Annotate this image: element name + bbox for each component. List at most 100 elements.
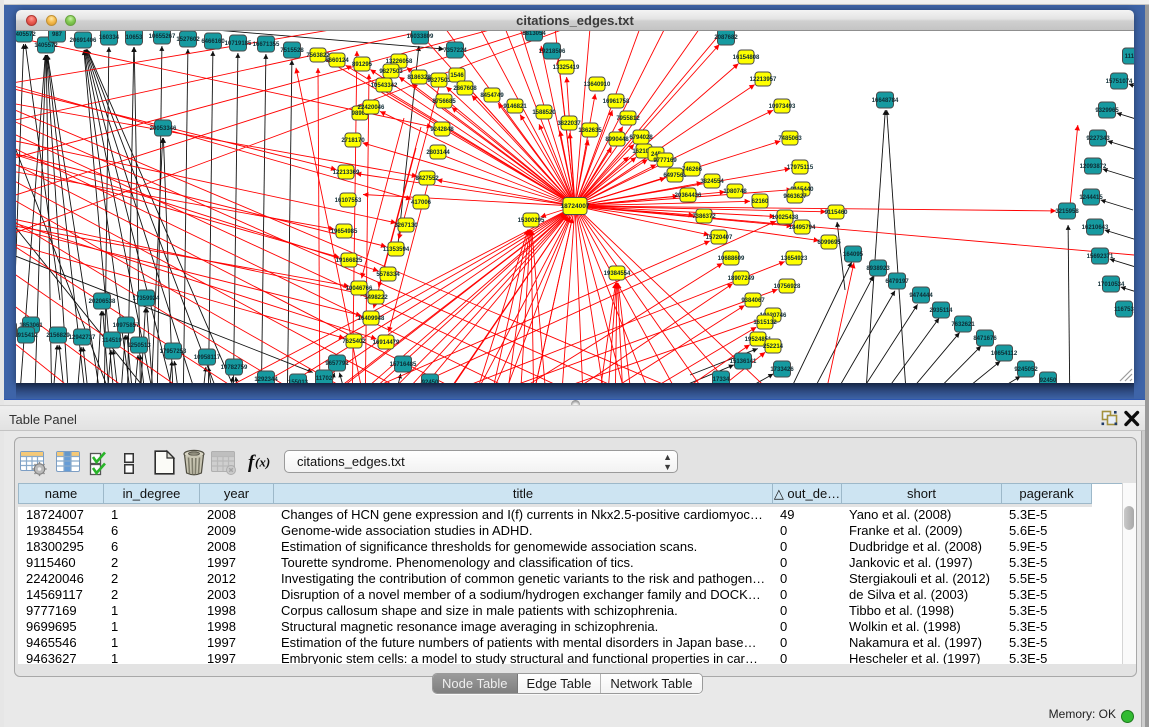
svg-text:2803144: 2803144 — [426, 150, 450, 156]
svg-text:10958117: 10958117 — [194, 355, 221, 361]
svg-text:9474444: 9474444 — [909, 293, 933, 299]
svg-text:20691406: 20691406 — [70, 38, 97, 44]
svg-text:13654923: 13654923 — [781, 256, 808, 262]
svg-text:252214: 252214 — [763, 344, 784, 350]
svg-text:8990448: 8990448 — [605, 137, 629, 143]
svg-text:9827503: 9827503 — [379, 69, 403, 75]
svg-text:7632621: 7632621 — [951, 322, 975, 328]
svg-text:62160: 62160 — [752, 199, 769, 205]
svg-text:15751074: 15751074 — [1106, 79, 1133, 85]
svg-text:116753: 116753 — [1114, 307, 1134, 313]
svg-text:18724007: 18724007 — [561, 203, 590, 210]
svg-text:15300295: 15300295 — [518, 218, 545, 224]
svg-text:16914479: 16914479 — [373, 340, 400, 346]
svg-text:1588520: 1588520 — [532, 110, 556, 116]
svg-text:16033809: 16033809 — [407, 34, 434, 40]
svg-text:18495794: 18495794 — [789, 225, 816, 231]
svg-text:17957253: 17957253 — [160, 349, 187, 355]
svg-text:7955812: 7955812 — [616, 116, 640, 122]
svg-text:9227343: 9227343 — [1086, 136, 1110, 142]
svg-text:7515528: 7515528 — [280, 48, 304, 54]
svg-text:8938923: 8938923 — [866, 266, 890, 272]
svg-text:16107553: 16107553 — [335, 198, 362, 204]
svg-text:2935114: 2935114 — [929, 308, 953, 314]
svg-text:2867608: 2867608 — [453, 86, 477, 92]
svg-text:12213957: 12213957 — [750, 77, 777, 83]
svg-text:22420046: 22420046 — [358, 105, 385, 111]
svg-text:6466160: 6466160 — [201, 39, 225, 45]
svg-text:13640910: 13640910 — [584, 82, 611, 88]
svg-text:9777169: 9777169 — [653, 158, 677, 164]
svg-text:3915412: 3915412 — [14, 333, 38, 339]
svg-text:11702: 11702 — [316, 376, 333, 382]
svg-text:10719185: 10719185 — [225, 41, 252, 47]
svg-text:10756928: 10756928 — [774, 284, 801, 290]
svg-text:1244415: 1244415 — [1079, 195, 1103, 201]
svg-text:160334: 160334 — [99, 35, 120, 41]
svg-text:8427552: 8427552 — [415, 176, 439, 182]
svg-text:1615132: 1615132 — [753, 320, 777, 326]
svg-text:12942737: 12942737 — [69, 335, 96, 341]
svg-text:10973493: 10973493 — [769, 104, 796, 110]
svg-text:10782759: 10782759 — [221, 365, 248, 371]
svg-text:2156829: 2156829 — [46, 333, 70, 339]
svg-text:10653: 10653 — [126, 35, 143, 41]
svg-text:10975857: 10975857 — [113, 323, 140, 329]
svg-text:15692371: 15692371 — [1087, 254, 1114, 260]
svg-text:5578334: 5578334 — [376, 272, 400, 278]
svg-text:1405572: 1405572 — [34, 43, 58, 49]
svg-text:6479197: 6479197 — [885, 279, 909, 285]
svg-text:7625402: 7625402 — [342, 339, 366, 345]
svg-text:12093872: 12093872 — [1080, 164, 1107, 170]
svg-text:1080748: 1080748 — [723, 189, 747, 195]
svg-text:1733426: 1733426 — [770, 367, 794, 373]
svg-text:8660124: 8660124 — [325, 58, 349, 64]
svg-text:20364436: 20364436 — [675, 193, 702, 199]
svg-text:3822037: 3822037 — [557, 121, 581, 127]
svg-text:1498222: 1498222 — [364, 295, 388, 301]
svg-text:8756685: 8756685 — [432, 99, 456, 105]
svg-text:17975115: 17975115 — [787, 165, 814, 171]
svg-text:6099695: 6099695 — [817, 240, 841, 246]
svg-text:11353594: 11353594 — [383, 247, 410, 253]
svg-text:20053346: 20053346 — [150, 126, 177, 132]
svg-text:3215958: 3215958 — [1055, 209, 1079, 215]
svg-text:9329965: 9329965 — [1095, 108, 1119, 114]
svg-text:10543342: 10543342 — [371, 83, 398, 89]
svg-text:1362635: 1362635 — [578, 128, 602, 134]
svg-text:9463627: 9463627 — [783, 194, 807, 200]
svg-text:3824554: 3824554 — [700, 179, 724, 185]
svg-text:9242848: 9242848 — [430, 127, 454, 133]
svg-text:18907249: 18907249 — [728, 276, 755, 282]
svg-text:15716485: 15716485 — [390, 362, 417, 368]
svg-text:417006: 417006 — [411, 200, 432, 206]
svg-text:16648784: 16648784 — [872, 98, 899, 104]
svg-text:19166825: 19166825 — [336, 258, 363, 264]
svg-text:16210643: 16210643 — [1082, 225, 1109, 231]
svg-text:8471676: 8471676 — [973, 336, 997, 342]
svg-text:16671355: 16671355 — [253, 42, 280, 48]
svg-text:13325419: 13325419 — [553, 65, 580, 71]
svg-text:6794028: 6794028 — [629, 135, 653, 141]
svg-text:15136141: 15136141 — [730, 359, 757, 365]
svg-text:11930: 11930 — [0, 328, 17, 334]
svg-text:9384067: 9384067 — [741, 298, 765, 304]
svg-text:92450: 92450 — [422, 380, 439, 386]
svg-text:8454749: 8454749 — [480, 93, 504, 99]
svg-text:8813054: 8813054 — [522, 31, 546, 37]
svg-text:20206538: 20206538 — [89, 299, 116, 305]
svg-text:92450: 92450 — [1040, 378, 1057, 384]
svg-text:1112: 1112 — [1125, 54, 1138, 60]
svg-text:9327503: 9327503 — [427, 78, 451, 84]
svg-text:17359924: 17359924 — [133, 296, 160, 302]
svg-text:16409948: 16409948 — [358, 316, 385, 322]
svg-text:891295: 891295 — [352, 62, 373, 68]
svg-text:16961758: 16961758 — [603, 99, 630, 105]
svg-text:9245052: 9245052 — [1014, 367, 1038, 373]
svg-text:3267130: 3267130 — [394, 223, 418, 229]
svg-text:10688609: 10688609 — [718, 256, 745, 262]
svg-text:19384554: 19384554 — [604, 271, 631, 277]
svg-text:1292344: 1292344 — [254, 377, 278, 383]
svg-text:1250513: 1250513 — [127, 343, 151, 349]
svg-text:1546: 1546 — [450, 73, 464, 79]
